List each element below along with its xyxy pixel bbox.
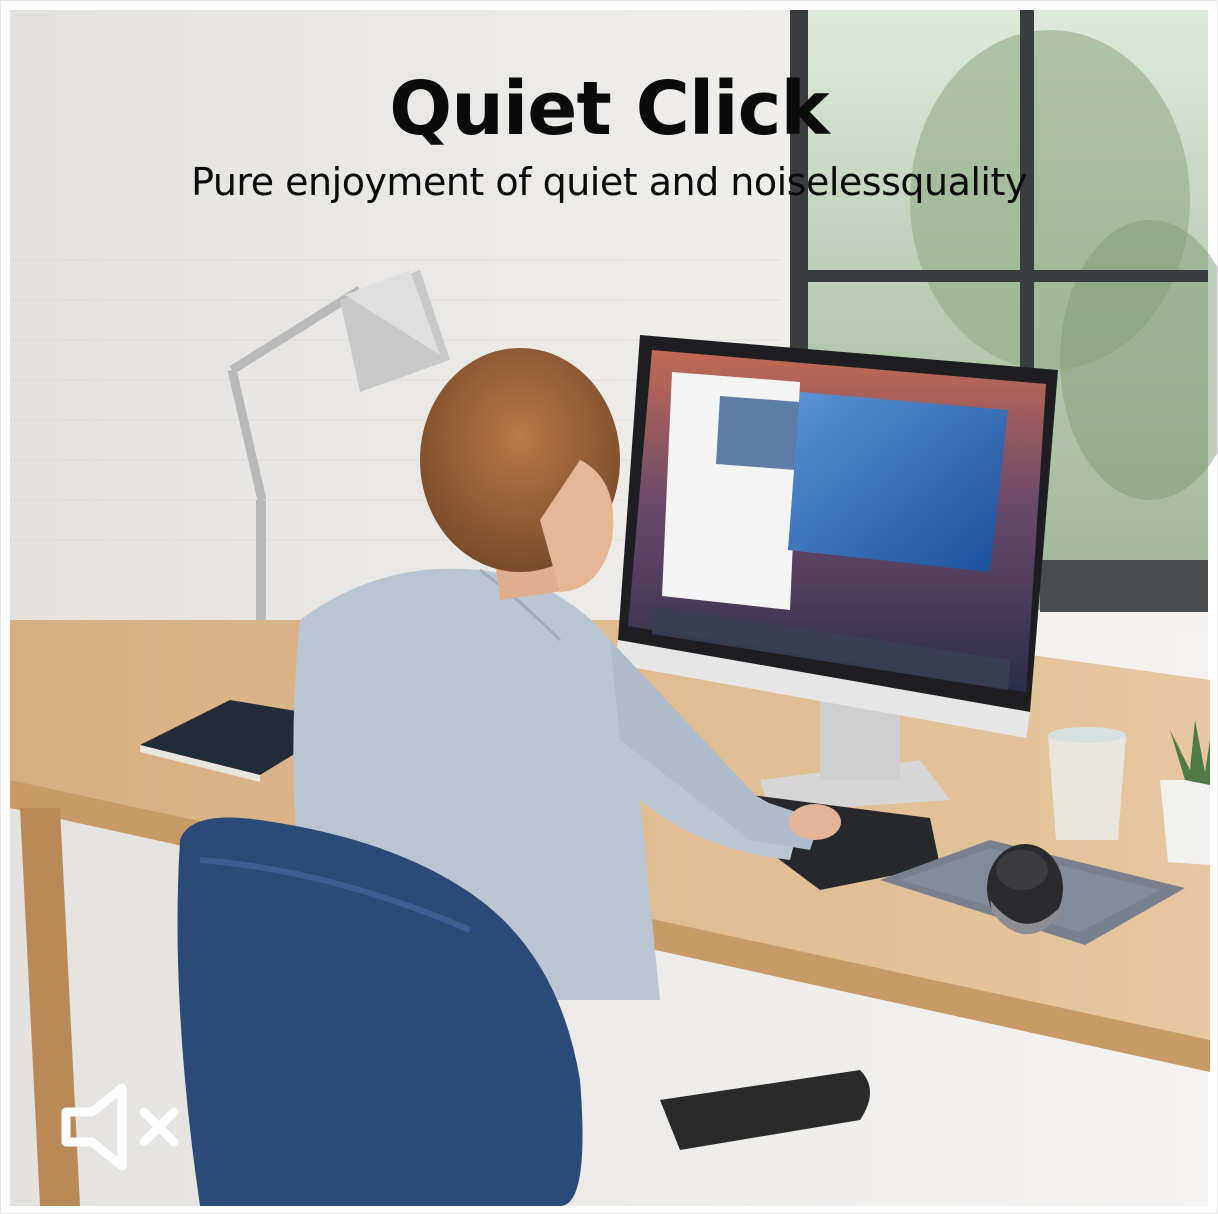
product-banner: Quiet Click Pure enjoyment of quiet and … <box>0 0 1218 1214</box>
headline-subtitle: Pure enjoyment of quiet and noiselessqua… <box>191 160 1027 204</box>
water-glass <box>1048 727 1126 840</box>
headline-title: Quiet Click <box>389 66 829 152</box>
